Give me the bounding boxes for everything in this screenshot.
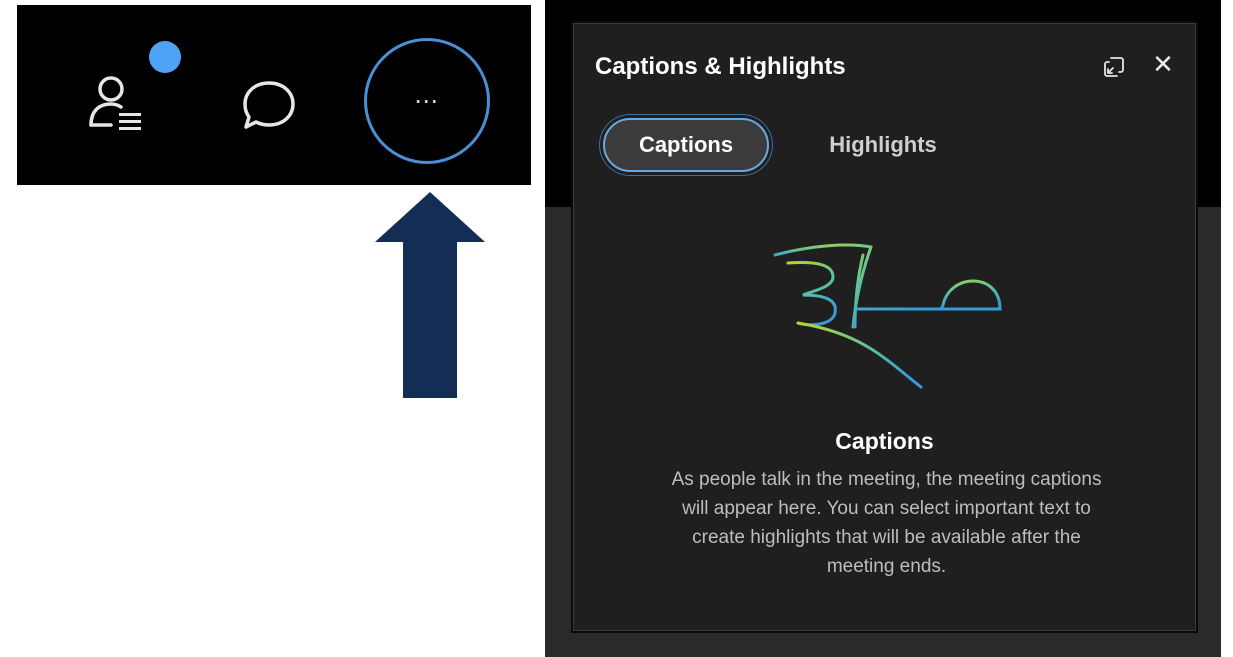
tab-highlights[interactable]: Highlights — [813, 118, 953, 172]
close-icon[interactable]: ✕ — [1150, 51, 1176, 77]
people-list-icon[interactable] — [85, 73, 149, 137]
notification-dot — [149, 41, 181, 73]
captions-highlights-panel: Captions & Highlights ✕ Captions Highlig… — [571, 21, 1198, 633]
chat-icon[interactable] — [239, 77, 299, 137]
more-options-button[interactable]: ⋯ — [364, 38, 490, 164]
panel-title: Captions & Highlights — [595, 53, 846, 80]
empty-state-description: As people talk in the meeting, the meeti… — [671, 469, 1102, 577]
right-edge — [1221, 0, 1233, 657]
popout-icon[interactable] — [1103, 56, 1125, 78]
up-arrow-pointer — [375, 192, 485, 398]
captions-illustration — [763, 235, 1013, 405]
empty-state-title: Captions — [835, 428, 934, 454]
tab-captions[interactable]: Captions — [603, 118, 769, 172]
meeting-toolbar: ⋯ — [17, 5, 531, 185]
